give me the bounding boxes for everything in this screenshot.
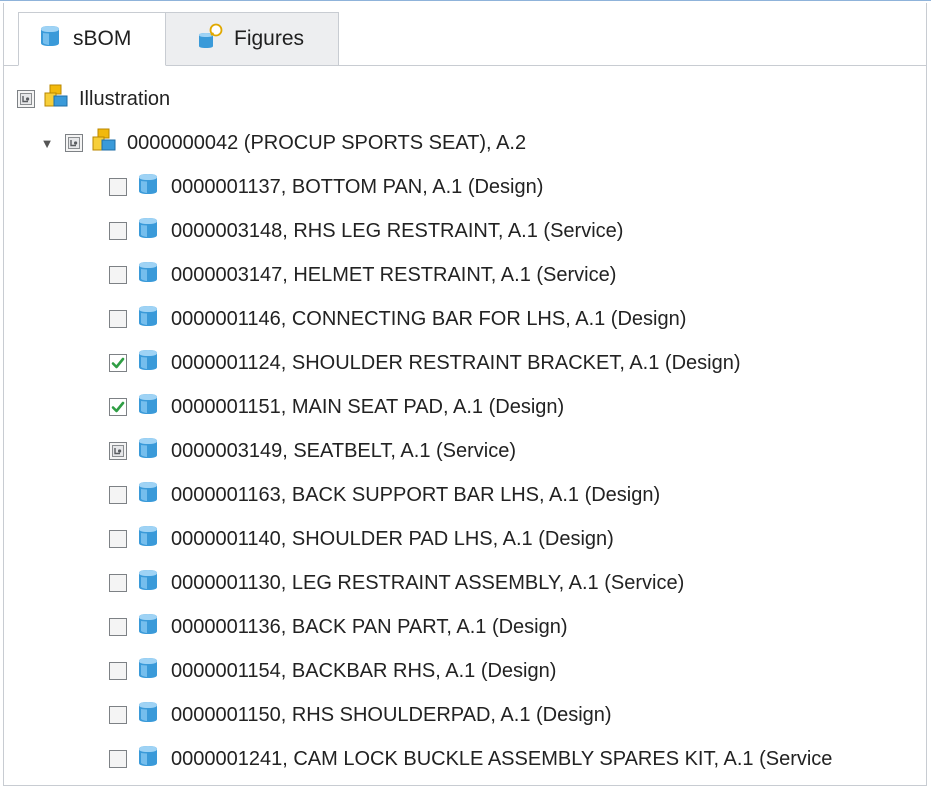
- part-checkbox[interactable]: [109, 178, 127, 196]
- part-checkbox[interactable]: [109, 310, 127, 328]
- part-label: 0000001154, BACKBAR RHS, A.1 (Design): [171, 659, 557, 682]
- tree-node-part[interactable]: 0000003147, HELMET RESTRAINT, A.1 (Servi…: [4, 253, 926, 297]
- part-cube-icon: [135, 259, 161, 291]
- part-cube-icon: [135, 215, 161, 247]
- part-cube-icon: [135, 347, 161, 379]
- part-checkbox[interactable]: [109, 486, 127, 504]
- part-label: 0000003148, RHS LEG RESTRAINT, A.1 (Serv…: [171, 219, 624, 242]
- tree-node-part[interactable]: 0000001150, RHS SHOULDERPAD, A.1 (Design…: [4, 693, 926, 737]
- part-checkbox[interactable]: [109, 706, 127, 724]
- tree-node-part[interactable]: 0000001163, BACK SUPPORT BAR LHS, A.1 (D…: [4, 473, 926, 517]
- part-cube-icon: [135, 743, 161, 775]
- part-checkbox[interactable]: [109, 222, 127, 240]
- part-cube-icon: [135, 435, 161, 467]
- part-checkbox[interactable]: [109, 354, 127, 372]
- part-cube-icon: [135, 699, 161, 731]
- part-label: 0000001137, BOTTOM PAN, A.1 (Design): [171, 175, 544, 198]
- part-label: 0000001150, RHS SHOULDERPAD, A.1 (Design…: [171, 703, 612, 726]
- checkbox-root-assembly[interactable]: [65, 134, 83, 152]
- part-label: 0000001136, BACK PAN PART, A.1 (Design): [171, 615, 568, 638]
- part-cube-icon: [135, 611, 161, 643]
- part-label: 0000001124, SHOULDER RESTRAINT BRACKET, …: [171, 351, 741, 374]
- illustration-label: Illustration: [79, 87, 171, 110]
- checkbox-illustration[interactable]: [17, 90, 35, 108]
- structure-panel: sBOM Figures Illustration ▼ 0000000042 (…: [3, 3, 927, 786]
- part-label: 0000001163, BACK SUPPORT BAR LHS, A.1 (D…: [171, 483, 661, 506]
- part-cube-icon: [135, 391, 161, 423]
- tree-node-part[interactable]: 0000003148, RHS LEG RESTRAINT, A.1 (Serv…: [4, 209, 926, 253]
- part-cube-icon: [135, 303, 161, 335]
- tree-node-part[interactable]: 0000001140, SHOULDER PAD LHS, A.1 (Desig…: [4, 517, 926, 561]
- part-cube-icon: [135, 655, 161, 687]
- part-checkbox[interactable]: [109, 442, 127, 460]
- part-cube-icon: [135, 567, 161, 599]
- part-checkbox[interactable]: [109, 750, 127, 768]
- tab-sbom-label: sBOM: [73, 27, 132, 50]
- part-label: 0000001151, MAIN SEAT PAD, A.1 (Design): [171, 395, 565, 418]
- part-label: 0000003147, HELMET RESTRAINT, A.1 (Servi…: [171, 263, 617, 286]
- assembly-icon: [91, 127, 117, 159]
- part-checkbox[interactable]: [109, 398, 127, 416]
- tree-node-part[interactable]: 0000001137, BOTTOM PAN, A.1 (Design): [4, 165, 926, 209]
- tab-figures-label: Figures: [234, 27, 305, 50]
- tab-bar: sBOM Figures: [4, 12, 926, 66]
- tab-sbom[interactable]: sBOM: [18, 12, 166, 66]
- tree-node-part[interactable]: 0000001124, SHOULDER RESTRAINT BRACKET, …: [4, 341, 926, 385]
- tree-node-part[interactable]: 0000001154, BACKBAR RHS, A.1 (Design): [4, 649, 926, 693]
- part-cube-icon: [37, 23, 63, 55]
- part-label: 0000001241, CAM LOCK BUCKLE ASSEMBLY SPA…: [171, 747, 833, 770]
- part-cube-icon: [135, 171, 161, 203]
- part-label: 0000001130, LEG RESTRAINT ASSEMBLY, A.1 …: [171, 571, 685, 594]
- tab-figures[interactable]: Figures: [165, 12, 339, 66]
- assembly-icon: [43, 83, 69, 115]
- figures-icon: [196, 22, 224, 56]
- tree-node-root-assembly[interactable]: ▼ 0000000042 (PROCUP SPORTS SEAT), A.2: [4, 121, 926, 165]
- tree-node-illustration[interactable]: Illustration: [4, 77, 926, 121]
- tree-node-part[interactable]: 0000001151, MAIN SEAT PAD, A.1 (Design): [4, 385, 926, 429]
- tree-node-part[interactable]: 0000003149, SEATBELT, A.1 (Service): [4, 429, 926, 473]
- part-cube-icon: [135, 523, 161, 555]
- part-label: 0000001146, CONNECTING BAR FOR LHS, A.1 …: [171, 307, 687, 330]
- part-checkbox[interactable]: [109, 574, 127, 592]
- root-assembly-label: 0000000042 (PROCUP SPORTS SEAT), A.2: [127, 131, 527, 154]
- collapse-triangle-icon[interactable]: ▼: [39, 136, 55, 151]
- tree-node-part[interactable]: 0000001146, CONNECTING BAR FOR LHS, A.1 …: [4, 297, 926, 341]
- part-checkbox[interactable]: [109, 266, 127, 284]
- tree-node-part[interactable]: 0000001136, BACK PAN PART, A.1 (Design): [4, 605, 926, 649]
- part-label: 0000003149, SEATBELT, A.1 (Service): [171, 439, 517, 462]
- part-checkbox[interactable]: [109, 618, 127, 636]
- part-checkbox[interactable]: [109, 662, 127, 680]
- part-checkbox[interactable]: [109, 530, 127, 548]
- tree-node-part[interactable]: 0000001130, LEG RESTRAINT ASSEMBLY, A.1 …: [4, 561, 926, 605]
- part-cube-icon: [135, 479, 161, 511]
- part-label: 0000001140, SHOULDER PAD LHS, A.1 (Desig…: [171, 527, 614, 550]
- tree-node-part[interactable]: 0000001241, CAM LOCK BUCKLE ASSEMBLY SPA…: [4, 737, 926, 781]
